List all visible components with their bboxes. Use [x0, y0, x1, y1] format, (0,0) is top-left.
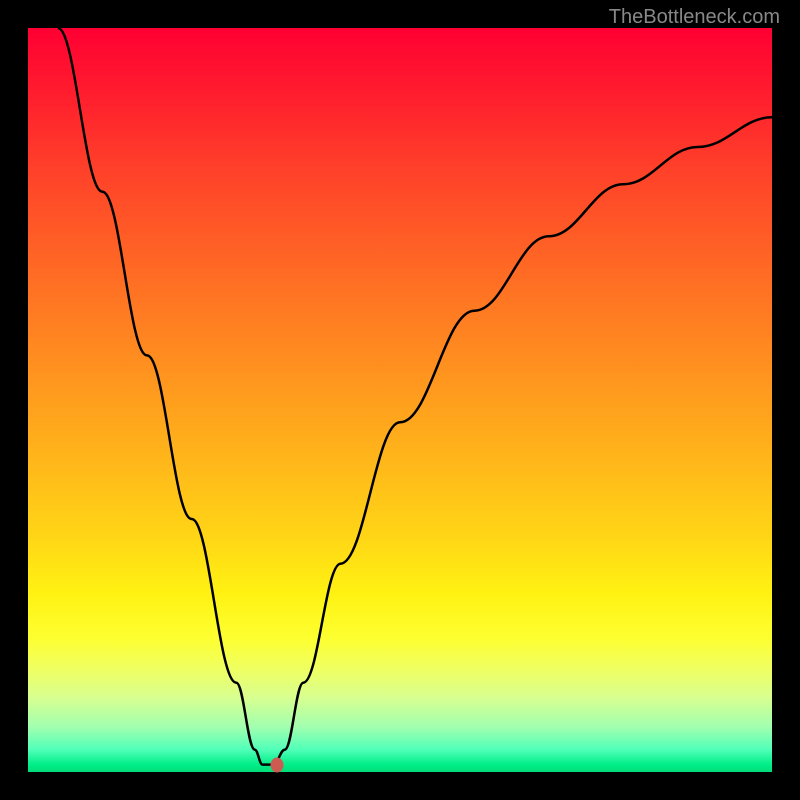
chart-plot-area	[28, 28, 772, 772]
watermark-text: TheBottleneck.com	[609, 6, 780, 29]
chart-svg	[28, 28, 772, 772]
optimal-point-marker	[271, 757, 284, 772]
bottleneck-curve	[58, 28, 772, 765]
